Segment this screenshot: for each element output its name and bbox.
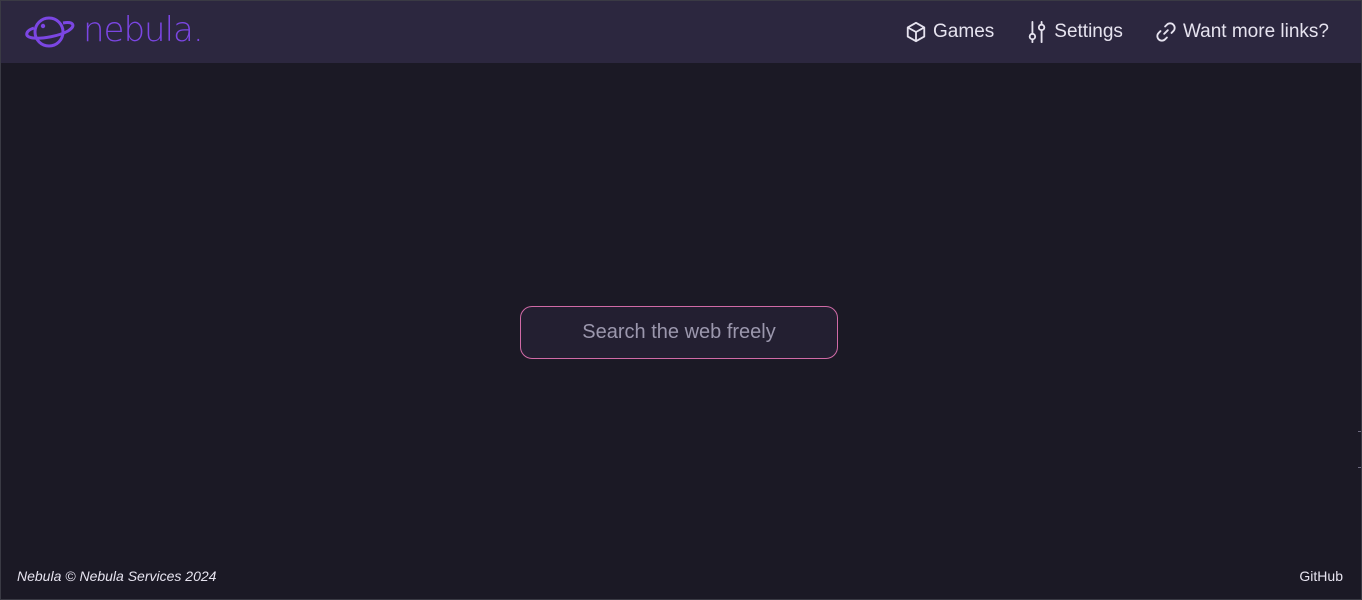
cube-icon: [906, 21, 926, 43]
nav-games-label: Games: [933, 21, 995, 42]
nav-games-link[interactable]: Games: [905, 21, 994, 43]
logo-home-link[interactable]: nebula.: [21, 10, 204, 53]
search-box: [520, 306, 838, 359]
planet-icon: [25, 16, 75, 48]
search-input[interactable]: [521, 307, 837, 358]
footer-github-link[interactable]: GitHub: [1299, 568, 1343, 584]
link-icon: [1156, 22, 1176, 42]
nav-settings-link[interactable]: Settings: [1026, 20, 1123, 44]
nav-links-link[interactable]: Want more links?: [1155, 21, 1329, 43]
main-nav: Games Settings Want more links?: [905, 17, 1329, 47]
nav-settings-label: Settings: [1054, 21, 1123, 42]
footer-copyright: Nebula © Nebula Services 2024: [17, 568, 217, 584]
sliders-icon: [1029, 21, 1046, 43]
page: nebula. Games Settings Want more links? …: [0, 0, 1362, 600]
scroll-edge-mark: [1358, 431, 1361, 432]
scroll-edge-mark: [1358, 467, 1361, 468]
top-navbar: nebula. Games Settings Want more links?: [1, 1, 1361, 63]
logo-text: nebula.: [83, 10, 204, 50]
nav-links-label: Want more links?: [1182, 21, 1329, 42]
